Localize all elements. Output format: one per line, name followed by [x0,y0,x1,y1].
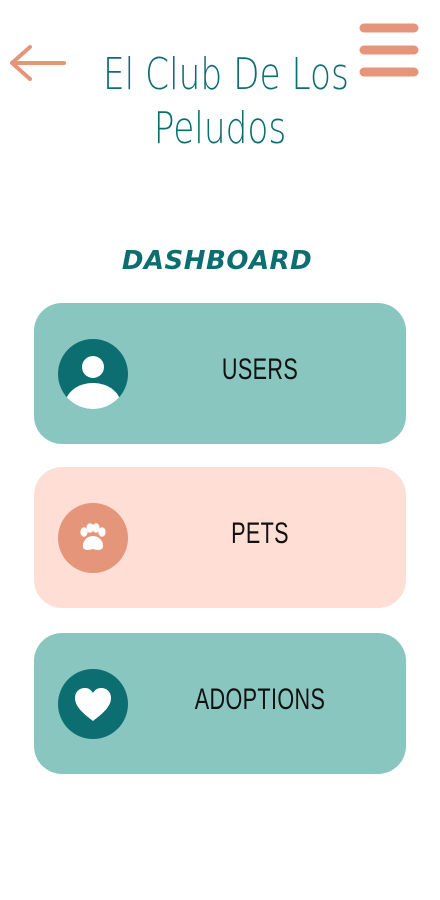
user-icon [58,339,128,409]
app-title-line1: El Club De Los [103,49,349,100]
arrow-left-icon [10,45,66,81]
pets-card[interactable]: PETS [34,467,406,608]
adoptions-card-label: ADOPTIONS [194,683,326,716]
users-card[interactable]: USERS [34,303,406,444]
users-card-label: USERS [221,353,299,386]
dashboard-heading: DASHBOARD [121,246,313,276]
paw-icon [58,503,128,573]
dashboard-screen: El Club De Los Peludos DASHBOARD USERS P… [0,0,440,900]
back-button[interactable] [6,40,68,86]
pets-card-label: PETS [231,517,289,550]
hamburger-menu-icon [359,23,419,77]
app-title-line2: Peludos [153,103,287,154]
adoptions-card[interactable]: ADOPTIONS [34,633,406,774]
heart-icon [58,669,128,739]
menu-button[interactable] [358,22,420,80]
app-title: El Club De Los Peludos [103,48,349,156]
